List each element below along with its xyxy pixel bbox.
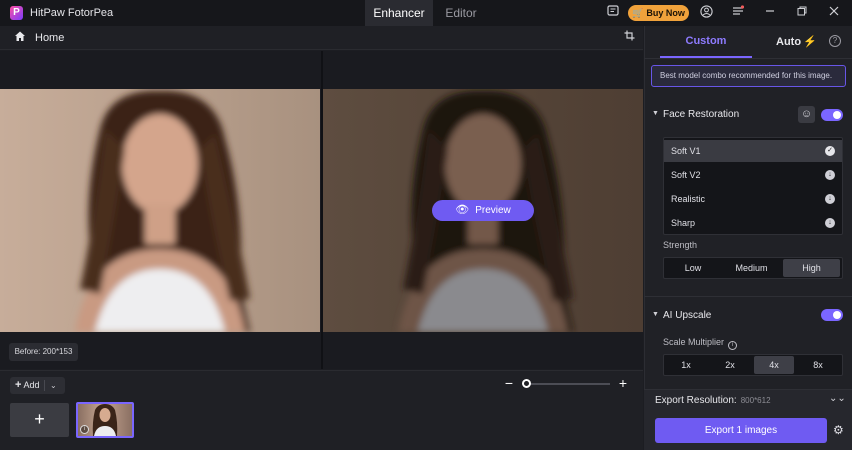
download-icon[interactable]: ↓ [825,218,835,228]
caret-down-icon[interactable]: ▼ [652,311,659,318]
double-chevron-down-icon[interactable]: ⌄⌄ [829,393,846,404]
home-bar [0,26,643,50]
before-size-label: Before: 200*153 [9,343,78,361]
export-resolution: Export Resolution: 800*612 [655,395,771,406]
eye-icon: 👁 [455,204,470,216]
tab-enhancer[interactable]: Enhancer [365,0,433,26]
app-title: HitPaw FotorPea [30,7,114,19]
chevron-down-icon[interactable]: ⌄ [50,377,57,394]
ai-upscale-toggle[interactable] [821,309,843,321]
plus-icon: + [15,379,22,391]
scale-multiplier-label: Scale Multiplier i [663,337,738,350]
tab-editor[interactable]: Editor [437,0,485,26]
before-image [0,89,320,332]
account-icon[interactable] [698,5,714,21]
face-icon[interactable]: ☺ [798,106,815,123]
zoom-in-button[interactable]: + [617,375,629,391]
strength-medium[interactable]: Medium [723,259,780,277]
download-icon[interactable]: ↓ [825,170,835,180]
strength-high[interactable]: High [783,259,840,277]
face-restoration-toggle[interactable] [821,109,843,121]
tab-separator [644,58,852,59]
app-logo-icon: P [10,6,23,20]
zoom-slider-handle[interactable] [522,379,531,388]
crop-icon[interactable] [622,30,636,44]
add-separator [44,380,45,391]
scale-4x[interactable]: 4x [754,356,794,374]
ai-upscale-title: AI Upscale [663,310,712,321]
preview-button[interactable]: 👁 Preview [432,200,534,221]
add-image-tile[interactable]: + [10,403,69,437]
download-icon[interactable]: ↓ [825,194,835,204]
add-button[interactable]: + Add ⌄ [10,377,65,394]
scale-1x[interactable]: 1x [666,356,706,374]
recommendation-hint: Best model combo recommended for this im… [651,65,846,87]
caret-down-icon[interactable]: ▼ [652,110,659,117]
help-icon[interactable]: ? [829,35,841,47]
lightning-icon: ⚡ [803,36,817,48]
close-icon[interactable] [826,5,842,21]
model-option-sharp[interactable]: Sharp ↓ [664,212,842,234]
scale-2x[interactable]: 2x [710,356,750,374]
gear-icon[interactable]: ⚙ [833,423,844,437]
export-button[interactable]: Export 1 images [655,418,827,443]
model-option-soft-v1[interactable]: Soft V1 ✓ [664,140,842,162]
strength-label: Strength [663,240,698,250]
home-icon[interactable] [14,30,28,44]
strength-low[interactable]: Low [666,259,720,277]
minimize-icon[interactable] [762,5,778,21]
face-restoration-title: Face Restoration [663,109,740,120]
menu-icon[interactable] [730,5,746,21]
feedback-icon[interactable] [605,5,621,21]
buy-now-button[interactable]: 🛒 Buy Now [628,5,689,21]
toggle-knob [833,311,841,319]
settings-panel [644,26,852,450]
thumbnail-info-icon[interactable]: i [80,425,89,434]
model-option-soft-v2[interactable]: Soft V2 ↓ [664,164,842,186]
section-separator [644,296,852,297]
zoom-slider-track[interactable] [526,383,610,385]
cart-icon: 🛒 [632,8,644,18]
tab-custom[interactable]: Custom [676,35,736,47]
check-icon: ✓ [825,146,835,156]
scale-8x[interactable]: 8x [798,356,838,374]
tab-auto[interactable]: Auto ⚡ [776,35,817,48]
home-link[interactable]: Home [35,32,64,44]
maximize-icon[interactable] [794,5,810,21]
info-icon[interactable]: i [728,341,738,350]
zoom-out-button[interactable]: − [503,375,515,391]
toggle-knob [833,111,841,119]
model-option-realistic[interactable]: Realistic ↓ [664,188,842,210]
